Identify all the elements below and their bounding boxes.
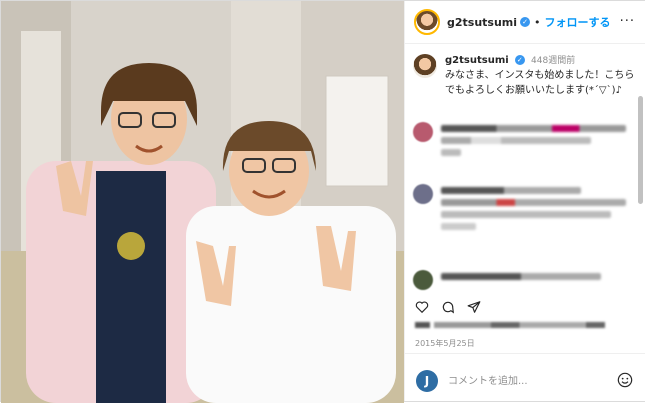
header-separator: •: [534, 15, 541, 29]
share-icon[interactable]: [467, 300, 481, 314]
more-options-icon[interactable]: ···: [620, 14, 635, 29]
caption-avatar[interactable]: [413, 54, 437, 78]
emoji-icon[interactable]: [617, 372, 633, 388]
comment-item: [405, 184, 639, 235]
add-comment-section: J: [405, 353, 645, 402]
post-photo[interactable]: [1, 1, 404, 403]
instagram-post-window: g2tsutsumi ✓ • フォローする ··· g2tsutsumi ✓ 4…: [0, 0, 645, 403]
post-caption: g2tsutsumi ✓ 448週間前 みなさま、インスタも始めました！こちらで…: [405, 44, 645, 98]
verified-badge-icon: ✓: [520, 17, 531, 27]
comment-blurred-content: [441, 270, 631, 290]
comment-blurred-content: [441, 122, 631, 161]
post-date: 2015年5月25日: [415, 339, 475, 348]
profile-avatar[interactable]: [414, 9, 440, 35]
current-user-avatar[interactable]: J: [416, 370, 438, 392]
comments-scrollbar[interactable]: [638, 96, 643, 204]
post-side-panel: g2tsutsumi ✓ • フォローする ··· g2tsutsumi ✓ 4…: [404, 1, 645, 401]
caption-username[interactable]: g2tsutsumi: [445, 55, 509, 66]
verified-badge-icon: ✓: [514, 55, 525, 65]
likes-blurred: [415, 322, 605, 328]
post-actions: [405, 294, 645, 344]
post-header: g2tsutsumi ✓ • フォローする ···: [405, 1, 645, 44]
comment-item: [405, 122, 639, 161]
comment-avatar[interactable]: [413, 270, 433, 290]
photo-two-people-peace-sign: [1, 1, 404, 403]
comment-avatar[interactable]: [413, 184, 433, 204]
heart-icon[interactable]: [415, 300, 429, 314]
add-comment-input[interactable]: [448, 373, 608, 389]
comment-item: [405, 270, 639, 290]
caption-body: g2tsutsumi ✓ 448週間前 みなさま、インスタも始めました！こちらで…: [445, 54, 637, 98]
follow-button[interactable]: フォローする: [545, 14, 611, 30]
header-username[interactable]: g2tsutsumi: [447, 16, 517, 29]
comment-avatar[interactable]: [413, 122, 433, 142]
caption-time[interactable]: 448週間前: [531, 56, 575, 66]
comment-icon[interactable]: [441, 300, 455, 314]
comments-scroll-area[interactable]: g2tsutsumi ✓ 448週間前 みなさま、インスタも始めました！こちらで…: [405, 44, 645, 294]
action-icon-row: [415, 300, 481, 314]
comment-blurred-content: [441, 184, 631, 235]
caption-text: みなさま、インスタも始めました！こちらでもよろしくお願いいたします(*´▽`)♪: [445, 70, 635, 96]
